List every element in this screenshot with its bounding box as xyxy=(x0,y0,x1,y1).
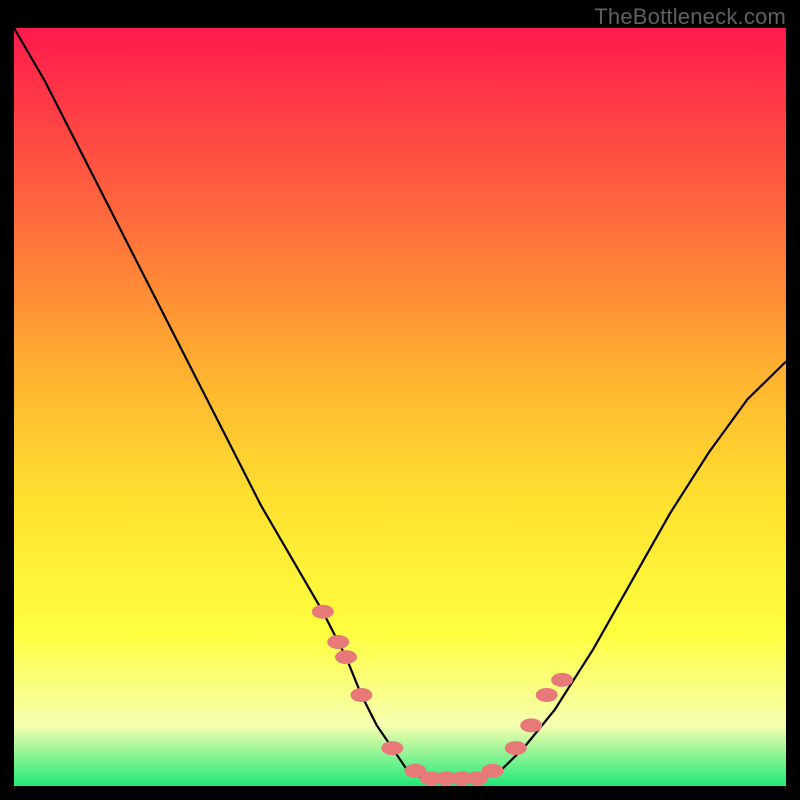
curve-marker xyxy=(551,673,573,687)
watermark-text: TheBottleneck.com xyxy=(594,4,786,30)
curve-marker xyxy=(505,741,527,755)
curve-marker xyxy=(520,718,542,732)
chart-frame xyxy=(14,28,786,786)
curve-marker xyxy=(381,741,403,755)
bottleneck-chart xyxy=(14,28,786,786)
curve-marker xyxy=(350,688,372,702)
curve-marker xyxy=(312,605,334,619)
curve-marker xyxy=(327,635,349,649)
curve-marker xyxy=(335,650,357,664)
curve-marker xyxy=(536,688,558,702)
curve-marker xyxy=(482,764,504,778)
gradient-background xyxy=(14,28,786,786)
